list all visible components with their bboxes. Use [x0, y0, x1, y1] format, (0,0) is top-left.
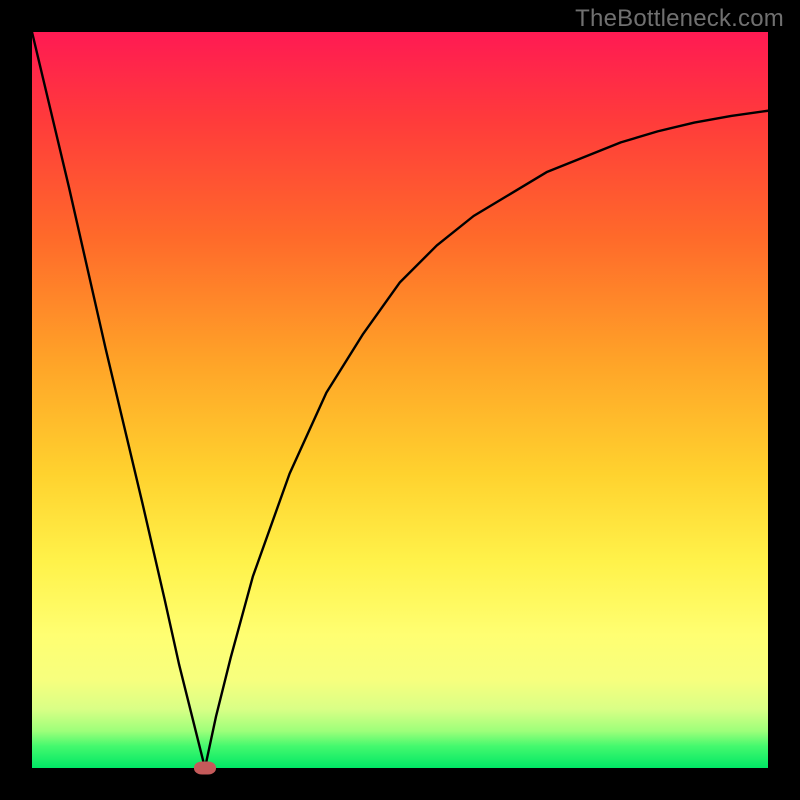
plot-area: [32, 32, 768, 768]
bottleneck-curve: [32, 32, 768, 768]
curve-layer: [32, 32, 768, 768]
attribution-label: TheBottleneck.com: [575, 5, 784, 33]
minimum-marker: [194, 762, 216, 775]
chart-frame: TheBottleneck.com: [0, 0, 800, 800]
